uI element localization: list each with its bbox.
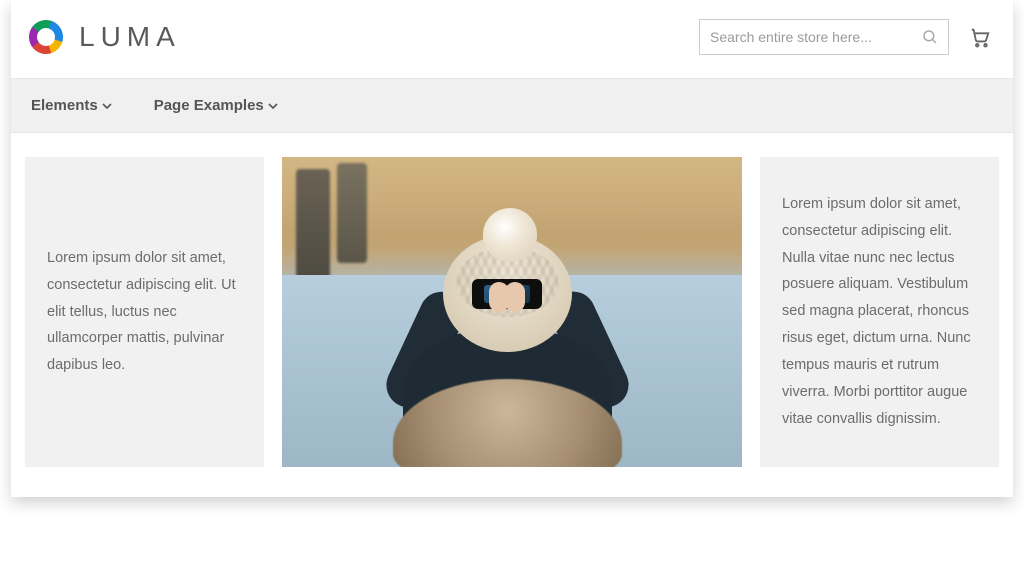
text-block-right: Lorem ipsum dolor sit amet, consectetur …: [760, 157, 999, 467]
main-nav: Elements Page Examples: [11, 78, 1013, 133]
column-right: Lorem ipsum dolor sit amet, consectetur …: [760, 157, 999, 467]
chevron-down-icon: [102, 101, 112, 111]
text-block-right-content: Lorem ipsum dolor sit amet, consectetur …: [782, 191, 977, 432]
nav-item-label: Elements: [31, 97, 98, 114]
search-button[interactable]: [916, 23, 944, 51]
nav-item-label: Page Examples: [154, 97, 264, 114]
brand-logo-icon: [25, 16, 67, 58]
site-header: LUMA: [11, 0, 1013, 78]
nav-item-elements[interactable]: Elements: [25, 79, 118, 132]
text-block-left: Lorem ipsum dolor sit amet, consectetur …: [25, 157, 264, 467]
hero-image: [282, 157, 742, 467]
chevron-down-icon: [268, 101, 278, 111]
search-input[interactable]: [700, 20, 948, 54]
search-box: [699, 19, 949, 55]
content-row: Lorem ipsum dolor sit amet, consectetur …: [11, 133, 1013, 497]
header-actions: [699, 19, 993, 55]
cart-icon: [969, 26, 991, 48]
column-left: Lorem ipsum dolor sit amet, consectetur …: [25, 157, 264, 467]
brand[interactable]: LUMA: [25, 16, 181, 58]
column-image: [282, 157, 742, 467]
search-icon: [921, 28, 939, 46]
page-container: LUMA: [11, 0, 1013, 497]
cart-button[interactable]: [967, 24, 993, 50]
nav-item-page-examples[interactable]: Page Examples: [148, 79, 284, 132]
text-block-left-content: Lorem ipsum dolor sit amet, consectetur …: [47, 245, 242, 379]
brand-name: LUMA: [79, 21, 181, 53]
